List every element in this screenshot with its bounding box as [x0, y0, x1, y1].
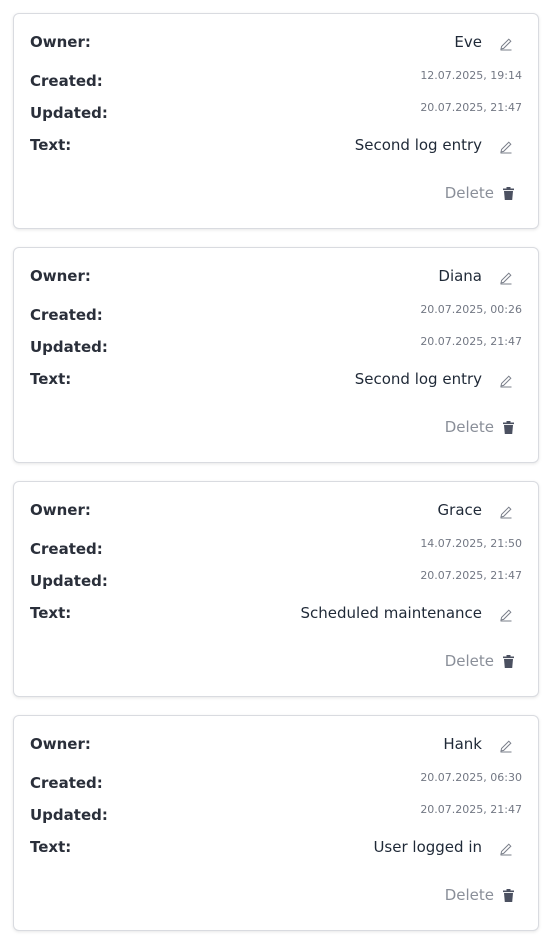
- text-row: Text: Scheduled maintenance: [30, 601, 522, 625]
- edit-owner-button[interactable]: [499, 37, 513, 51]
- updated-value: 20.07.2025, 21:47: [420, 803, 522, 816]
- text-row: Text: Second log entry: [30, 367, 522, 391]
- edit-text-button[interactable]: [499, 374, 513, 388]
- created-value: 20.07.2025, 00:26: [420, 303, 522, 316]
- updated-label: Updated:: [30, 338, 108, 356]
- pencil-icon: [500, 506, 512, 519]
- delete-label: Delete: [444, 652, 494, 670]
- log-entry-card: Owner: Grace Created: 14.07.2025, 21:50 …: [13, 481, 539, 697]
- created-label: Created:: [30, 72, 103, 90]
- delete-button[interactable]: Delete: [445, 649, 514, 673]
- owner-label: Owner:: [30, 735, 91, 753]
- text-value: Second log entry: [354, 136, 482, 154]
- text-label: Text:: [30, 604, 72, 622]
- owner-row: Owner: Eve: [30, 30, 522, 54]
- updated-label: Updated:: [30, 572, 108, 590]
- delete-button[interactable]: Delete: [445, 415, 514, 439]
- updated-value: 20.07.2025, 21:47: [420, 101, 522, 114]
- trash-icon: [503, 888, 514, 902]
- edit-text-button[interactable]: [499, 140, 513, 154]
- log-entry-card: Owner: Diana Created: 20.07.2025, 00:26 …: [13, 247, 539, 463]
- pencil-icon: [500, 740, 512, 753]
- delete-label: Delete: [444, 886, 494, 904]
- created-row: Created: 12.07.2025, 19:14: [30, 69, 522, 93]
- owner-value: Diana: [438, 267, 482, 285]
- created-row: Created: 14.07.2025, 21:50: [30, 537, 522, 561]
- pencil-icon: [500, 843, 512, 856]
- text-value: Second log entry: [354, 370, 482, 388]
- created-value: 14.07.2025, 21:50: [420, 537, 522, 550]
- updated-label: Updated:: [30, 806, 108, 824]
- pencil-icon: [500, 375, 512, 388]
- text-value: Scheduled maintenance: [300, 604, 483, 622]
- trash-icon: [503, 420, 514, 434]
- log-entry-card: Owner: Eve Created: 12.07.2025, 19:14 Up…: [13, 13, 539, 229]
- created-value: 20.07.2025, 06:30: [420, 771, 522, 784]
- owner-label: Owner:: [30, 33, 91, 51]
- edit-owner-button[interactable]: [499, 271, 513, 285]
- created-value: 12.07.2025, 19:14: [420, 69, 522, 82]
- pencil-icon: [500, 272, 512, 285]
- owner-row: Owner: Diana: [30, 264, 522, 288]
- created-label: Created:: [30, 540, 103, 558]
- updated-row: Updated: 20.07.2025, 21:47: [30, 335, 522, 359]
- owner-value: Eve: [454, 33, 482, 51]
- created-row: Created: 20.07.2025, 06:30: [30, 771, 522, 795]
- created-label: Created:: [30, 306, 103, 324]
- pencil-icon: [500, 141, 512, 154]
- created-label: Created:: [30, 774, 103, 792]
- text-label: Text:: [30, 136, 72, 154]
- log-entry-card: Owner: Hank Created: 20.07.2025, 06:30 U…: [13, 715, 539, 931]
- trash-icon: [503, 186, 514, 200]
- owner-label: Owner:: [30, 501, 91, 519]
- edit-text-button[interactable]: [499, 842, 513, 856]
- text-label: Text:: [30, 838, 72, 856]
- delete-label: Delete: [444, 184, 494, 202]
- pencil-icon: [500, 609, 512, 622]
- updated-label: Updated:: [30, 104, 108, 122]
- text-row: Text: User logged in: [30, 835, 522, 859]
- text-label: Text:: [30, 370, 72, 388]
- text-value: User logged in: [373, 838, 482, 856]
- updated-value: 20.07.2025, 21:47: [420, 569, 522, 582]
- edit-owner-button[interactable]: [499, 505, 513, 519]
- text-row: Text: Second log entry: [30, 133, 522, 157]
- edit-text-button[interactable]: [499, 608, 513, 622]
- owner-value: Grace: [437, 501, 482, 519]
- updated-row: Updated: 20.07.2025, 21:47: [30, 803, 522, 827]
- created-row: Created: 20.07.2025, 00:26: [30, 303, 522, 327]
- owner-row: Owner: Hank: [30, 732, 522, 756]
- delete-button[interactable]: Delete: [445, 883, 514, 907]
- owner-value: Hank: [443, 735, 482, 753]
- updated-row: Updated: 20.07.2025, 21:47: [30, 101, 522, 125]
- updated-value: 20.07.2025, 21:47: [420, 335, 522, 348]
- pencil-icon: [500, 38, 512, 51]
- updated-row: Updated: 20.07.2025, 21:47: [30, 569, 522, 593]
- delete-label: Delete: [444, 418, 494, 436]
- trash-icon: [503, 654, 514, 668]
- owner-row: Owner: Grace: [30, 498, 522, 522]
- owner-label: Owner:: [30, 267, 91, 285]
- delete-button[interactable]: Delete: [445, 181, 514, 205]
- edit-owner-button[interactable]: [499, 739, 513, 753]
